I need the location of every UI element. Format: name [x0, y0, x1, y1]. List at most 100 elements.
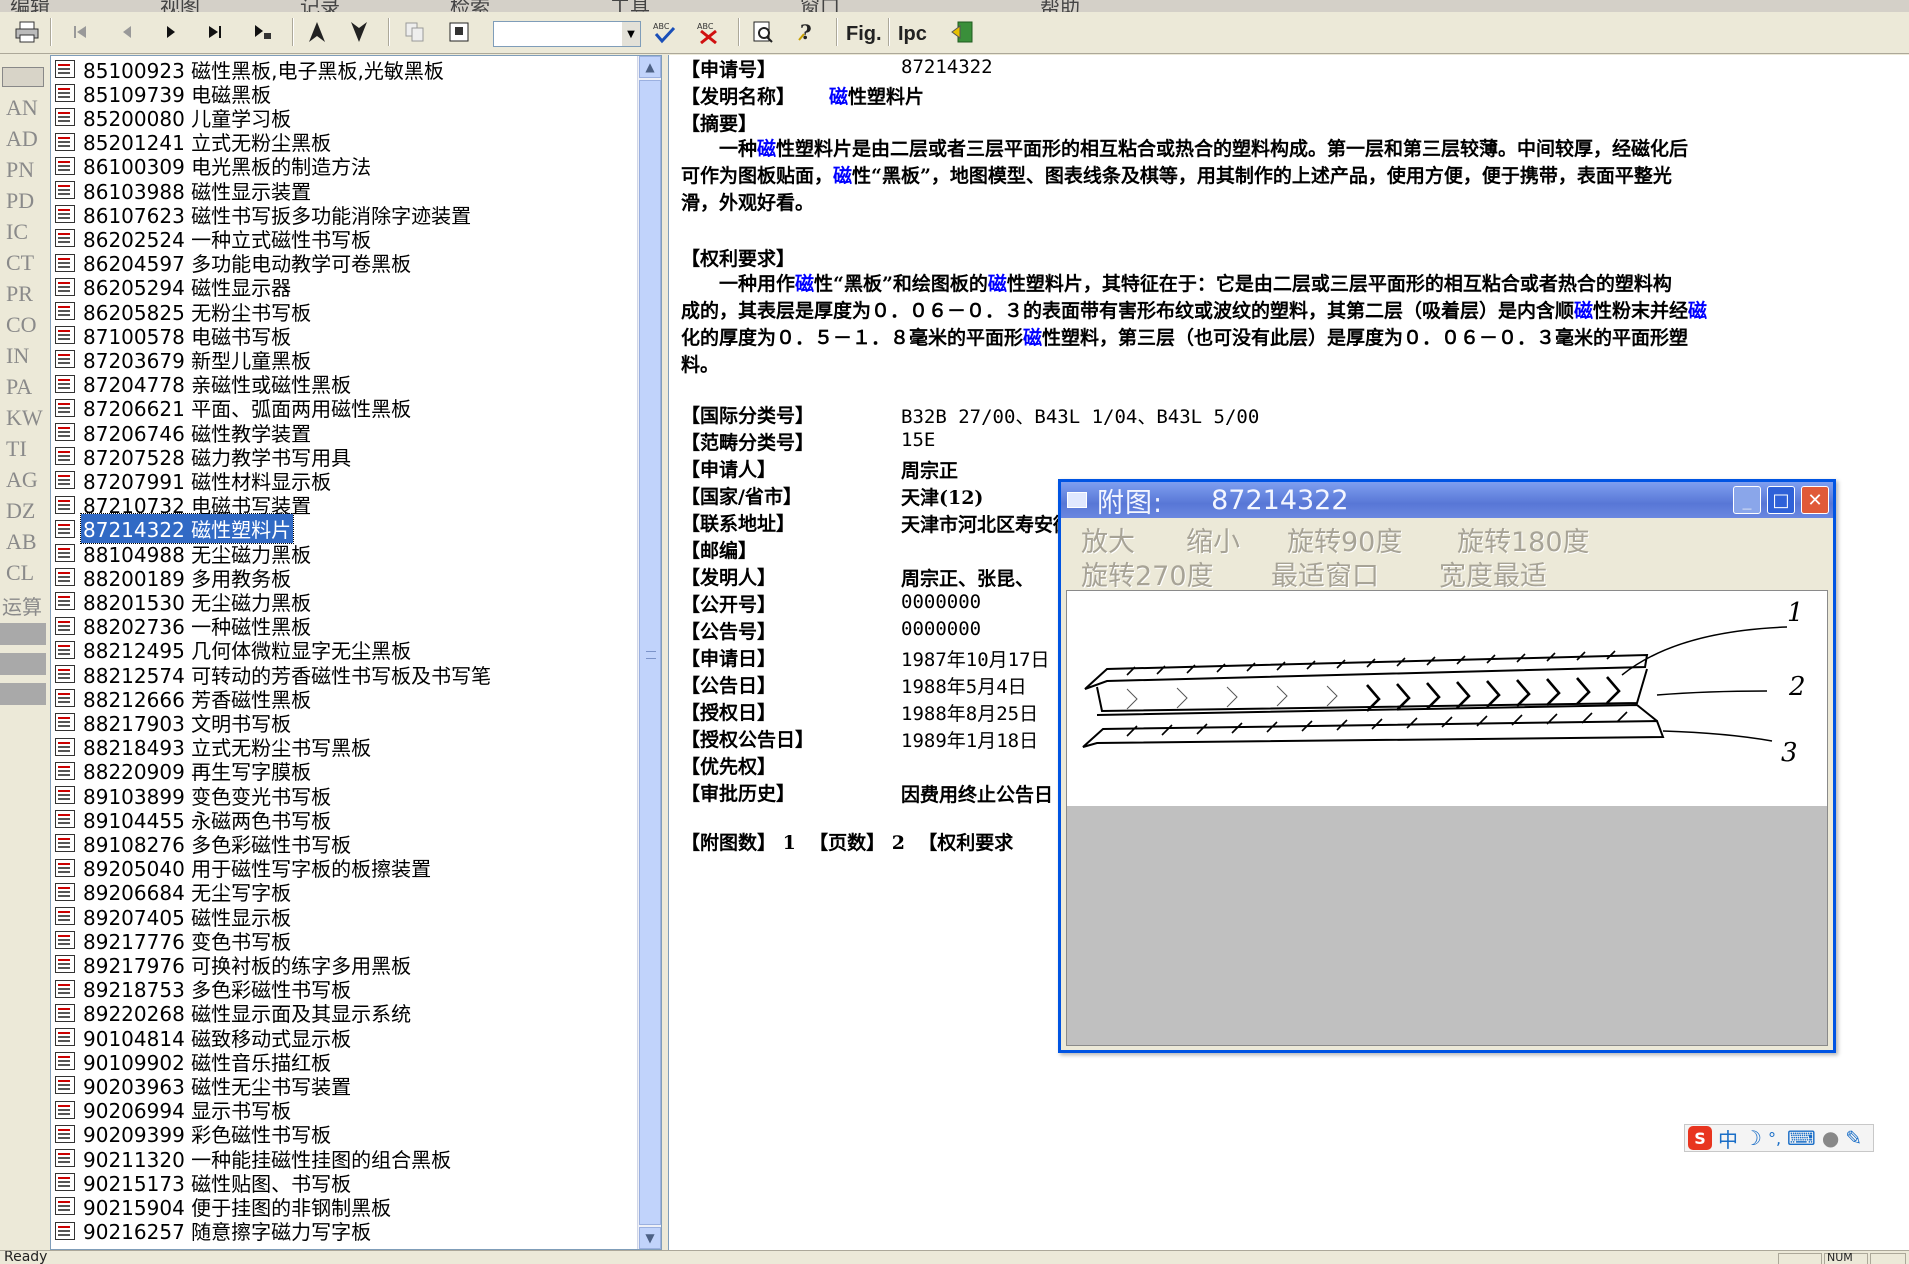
list-item[interactable]: 90206994 显示书写板 — [55, 1099, 293, 1123]
field-ti[interactable]: TI — [2, 436, 44, 462]
exit-icon[interactable] — [948, 17, 978, 47]
list-item[interactable]: 88218493 立式无粉尘书写黑板 — [55, 736, 373, 760]
field-pr[interactable]: PR — [2, 281, 44, 307]
list-item[interactable]: 89220268 磁性显示面及其显示系统 — [55, 1002, 413, 1026]
field-ct[interactable]: CT — [2, 250, 44, 276]
list-item[interactable]: 89108276 多色彩磁性书写板 — [55, 832, 353, 857]
field-an[interactable]: AN — [2, 95, 44, 121]
list-item[interactable]: 88212574 可转动的芳香磁性书写板及书写笔 — [55, 663, 493, 688]
list-item[interactable]: 90104814 磁致移动式显示板 — [55, 1026, 353, 1051]
field-in[interactable]: IN — [2, 343, 44, 369]
list-item[interactable]: 88212666 芳香磁性黑板 — [55, 687, 313, 712]
field-ab[interactable]: AB — [2, 529, 44, 555]
list-item[interactable]: 85100923 磁性黑板,电子黑板,光敏黑板 — [55, 58, 446, 83]
next-record-icon[interactable] — [156, 17, 186, 47]
list-item[interactable]: 87204778 亲磁性或磁性黑板 — [55, 373, 353, 397]
goto-record-icon[interactable] — [248, 17, 278, 47]
list-item[interactable]: 86103988 磁性显示装置 — [55, 179, 313, 204]
list-item[interactable]: 87207991 磁性材料显示板 — [55, 469, 333, 494]
list-item[interactable]: 90215173 磁性贴图、书写板 — [55, 1171, 353, 1196]
help-icon[interactable]: ? — [792, 17, 822, 47]
record-combo[interactable]: ▼ — [493, 21, 641, 47]
first-record-icon[interactable] — [66, 17, 96, 47]
field-bar-toggle[interactable] — [2, 67, 44, 87]
field-pn[interactable]: PN — [2, 157, 44, 183]
field-pa[interactable]: PA — [2, 374, 44, 400]
list-item[interactable]: 85109739 电磁黑板 — [55, 82, 273, 107]
list-item[interactable]: 89207405 磁性显示板 — [55, 905, 293, 930]
user-icon[interactable]: ● — [1822, 1126, 1839, 1150]
figure-window[interactable]: 附图: 87214322 _ □ ✕ 放大 缩小 旋转90度 旋转180度 旋转… — [1058, 479, 1836, 1053]
field-ic[interactable]: IC — [2, 219, 44, 245]
export-icon[interactable] — [444, 17, 474, 47]
list-item[interactable]: 90211320 一种能挂磁性挂图的组合黑板 — [55, 1147, 453, 1172]
list-item[interactable]: 87100578 电磁书写板 — [55, 324, 293, 349]
copy-icon[interactable] — [400, 17, 430, 47]
list-item[interactable]: 87214322 磁性塑料片 — [55, 513, 295, 545]
punct-icon[interactable]: °, — [1768, 1129, 1781, 1148]
list-item[interactable]: 85200080 儿童学习板 — [55, 106, 293, 131]
menu-item[interactable]: 记录 — [300, 0, 340, 12]
list-item[interactable]: 88104988 无尘磁力黑板 — [55, 542, 313, 567]
list-item[interactable]: 86204597 多功能电动教学可卷黑板 — [55, 252, 413, 276]
list-item[interactable]: 90109902 磁性音乐描红板 — [55, 1050, 333, 1075]
ime-mode[interactable]: 中 — [1718, 1124, 1738, 1153]
list-item[interactable]: 88201530 无尘磁力黑板 — [55, 590, 313, 615]
list-item[interactable]: 85201241 立式无粉尘黑板 — [55, 131, 333, 155]
list-item[interactable]: 90209399 彩色磁性书写板 — [55, 1123, 333, 1147]
print-icon[interactable] — [12, 17, 42, 47]
moon-icon[interactable]: ☽ — [1744, 1126, 1762, 1150]
best-fit-menu[interactable]: 最适窗口 — [1271, 554, 1379, 593]
sogou-icon[interactable]: S — [1688, 1126, 1712, 1150]
wrench-icon[interactable]: ✎ — [1845, 1126, 1862, 1150]
menu-item[interactable]: 检索 — [450, 0, 490, 12]
field-slot[interactable] — [0, 653, 46, 675]
clear-check-icon[interactable]: ABC — [694, 17, 724, 47]
list-item[interactable]: 88202736 一种磁性黑板 — [55, 615, 313, 639]
list-item[interactable]: 89218753 多色彩磁性书写板 — [55, 978, 353, 1002]
list-item[interactable]: 88220909 再生写字膜板 — [55, 760, 313, 784]
field-cl[interactable]: CL — [2, 560, 44, 586]
list-item[interactable]: 90203963 磁性无尘书写装置 — [55, 1074, 353, 1099]
list-item[interactable]: 87206746 磁性教学装置 — [55, 421, 313, 446]
menu-item[interactable]: 窗口 — [800, 0, 840, 12]
scroll-down-icon[interactable]: ▼ — [639, 1227, 661, 1249]
list-scrollbar[interactable]: ▲ ▼ — [637, 56, 661, 1249]
prev-record-icon[interactable] — [112, 17, 142, 47]
menu-item[interactable]: 编辑 — [10, 0, 50, 12]
minimize-icon[interactable]: _ — [1733, 486, 1761, 514]
fig-button[interactable]: Fig. — [846, 23, 882, 46]
field-pd[interactable]: PD — [2, 188, 44, 214]
ime-toolbar[interactable]: S 中 ☽ °, ⌨ ● ✎ — [1684, 1124, 1874, 1152]
sort-asc-icon[interactable] — [302, 17, 332, 47]
ipc-button[interactable]: Ipc — [898, 23, 927, 46]
field-calc[interactable]: 运算 — [2, 591, 44, 620]
field-co[interactable]: CO — [2, 312, 44, 338]
rotate-270-menu[interactable]: 旋转270度 — [1081, 554, 1214, 593]
list-item[interactable]: 86205825 无粉尘书写板 — [55, 300, 313, 325]
scroll-thumb[interactable] — [639, 80, 661, 1225]
list-item[interactable]: 90216257 随意擦字磁力写字板 — [55, 1220, 373, 1244]
list-item[interactable]: 87206621 平面、弧面两用磁性黑板 — [55, 397, 413, 421]
chevron-down-icon[interactable]: ▼ — [622, 22, 640, 46]
menu-item[interactable]: 工具 — [610, 0, 650, 12]
list-item[interactable]: 87207528 磁力教学书写用具 — [55, 445, 353, 470]
list-item[interactable]: 89205040 用于磁性写字板的板擦装置 — [55, 857, 433, 881]
spellcheck-icon[interactable]: ABC — [650, 17, 680, 47]
figure-window-titlebar[interactable]: 附图: 87214322 _ □ ✕ — [1061, 482, 1833, 519]
field-slot[interactable] — [0, 623, 46, 645]
list-item[interactable]: 87210732 电磁书写装置 — [55, 494, 313, 518]
list-item[interactable]: 87203679 新型儿童黑板 — [55, 348, 313, 373]
list-item[interactable]: 86202524 一种立式磁性书写板 — [55, 227, 373, 252]
list-item[interactable]: 89104455 永磁两色书写板 — [55, 808, 333, 833]
list-item[interactable]: 89217776 变色书写板 — [55, 929, 293, 954]
list-item[interactable]: 89217976 可换衬板的练字多用黑板 — [55, 953, 413, 978]
sort-desc-icon[interactable] — [344, 17, 374, 47]
list-item[interactable]: 90215904 便于挂图的非钢制黑板 — [55, 1195, 393, 1220]
list-item[interactable]: 88200189 多用教务板 — [55, 566, 293, 591]
scroll-up-icon[interactable]: ▲ — [639, 56, 661, 78]
fit-width-menu[interactable]: 宽度最适 — [1439, 554, 1547, 593]
maximize-icon[interactable]: □ — [1767, 486, 1795, 514]
keyboard-icon[interactable]: ⌨ — [1787, 1126, 1816, 1150]
field-ag[interactable]: AG — [2, 467, 44, 493]
